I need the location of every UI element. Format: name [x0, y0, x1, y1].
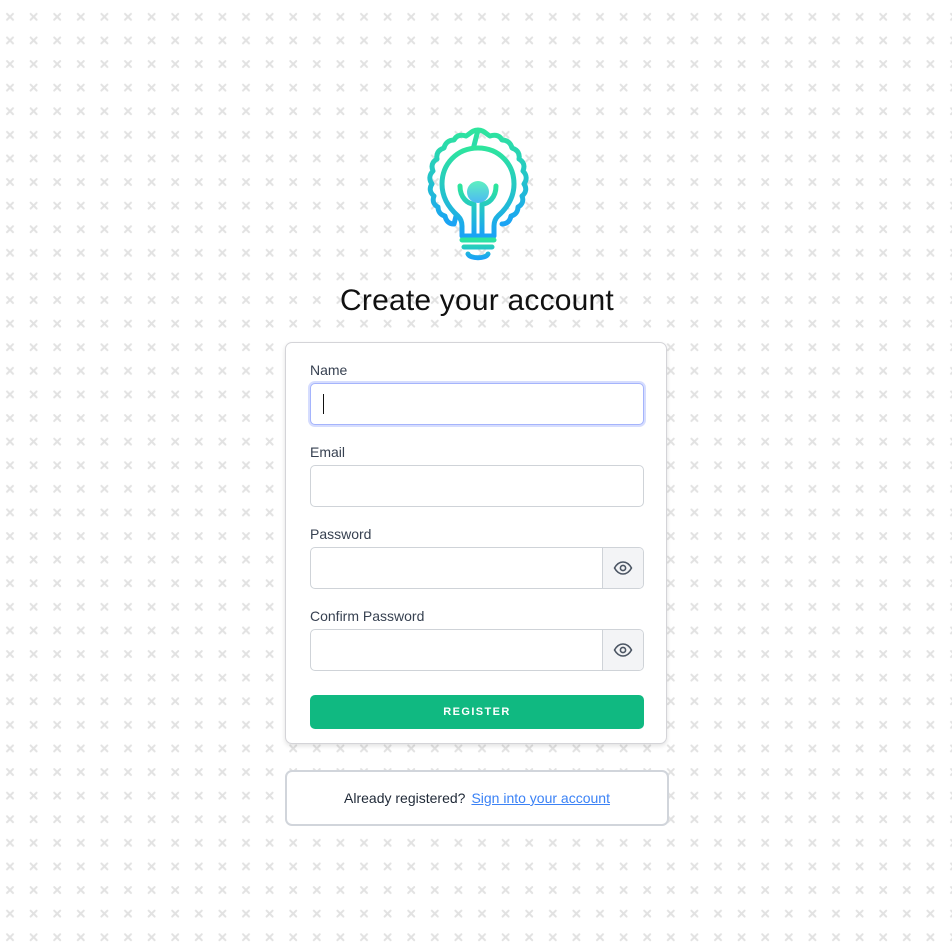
- eye-icon: [613, 561, 633, 575]
- register-form-card: Name Email Password Confirm Password REG…: [285, 342, 667, 744]
- email-label: Email: [310, 444, 346, 460]
- toggle-confirm-password-visibility-button[interactable]: [602, 630, 643, 670]
- confirm-password-input[interactable]: [311, 630, 603, 670]
- password-input[interactable]: [311, 548, 603, 588]
- toggle-password-visibility-button[interactable]: [602, 548, 643, 588]
- page-title: Create your account: [340, 284, 614, 317]
- confirm-password-field: [310, 629, 644, 671]
- confirm-password-label: Confirm Password: [310, 608, 425, 624]
- name-label: Name: [310, 362, 348, 378]
- lightbulb-icon: [427, 127, 529, 261]
- signin-prompt: Already registered?: [344, 790, 466, 806]
- eye-icon: [613, 643, 633, 657]
- register-button[interactable]: REGISTER: [310, 695, 644, 729]
- name-input[interactable]: [310, 383, 644, 425]
- signin-link[interactable]: Sign into your account: [471, 790, 610, 806]
- text-caret: [323, 394, 324, 414]
- email-input[interactable]: [310, 465, 644, 507]
- password-field: [310, 547, 644, 589]
- password-label: Password: [310, 526, 372, 542]
- signin-card: Already registered? Sign into your accou…: [285, 770, 669, 826]
